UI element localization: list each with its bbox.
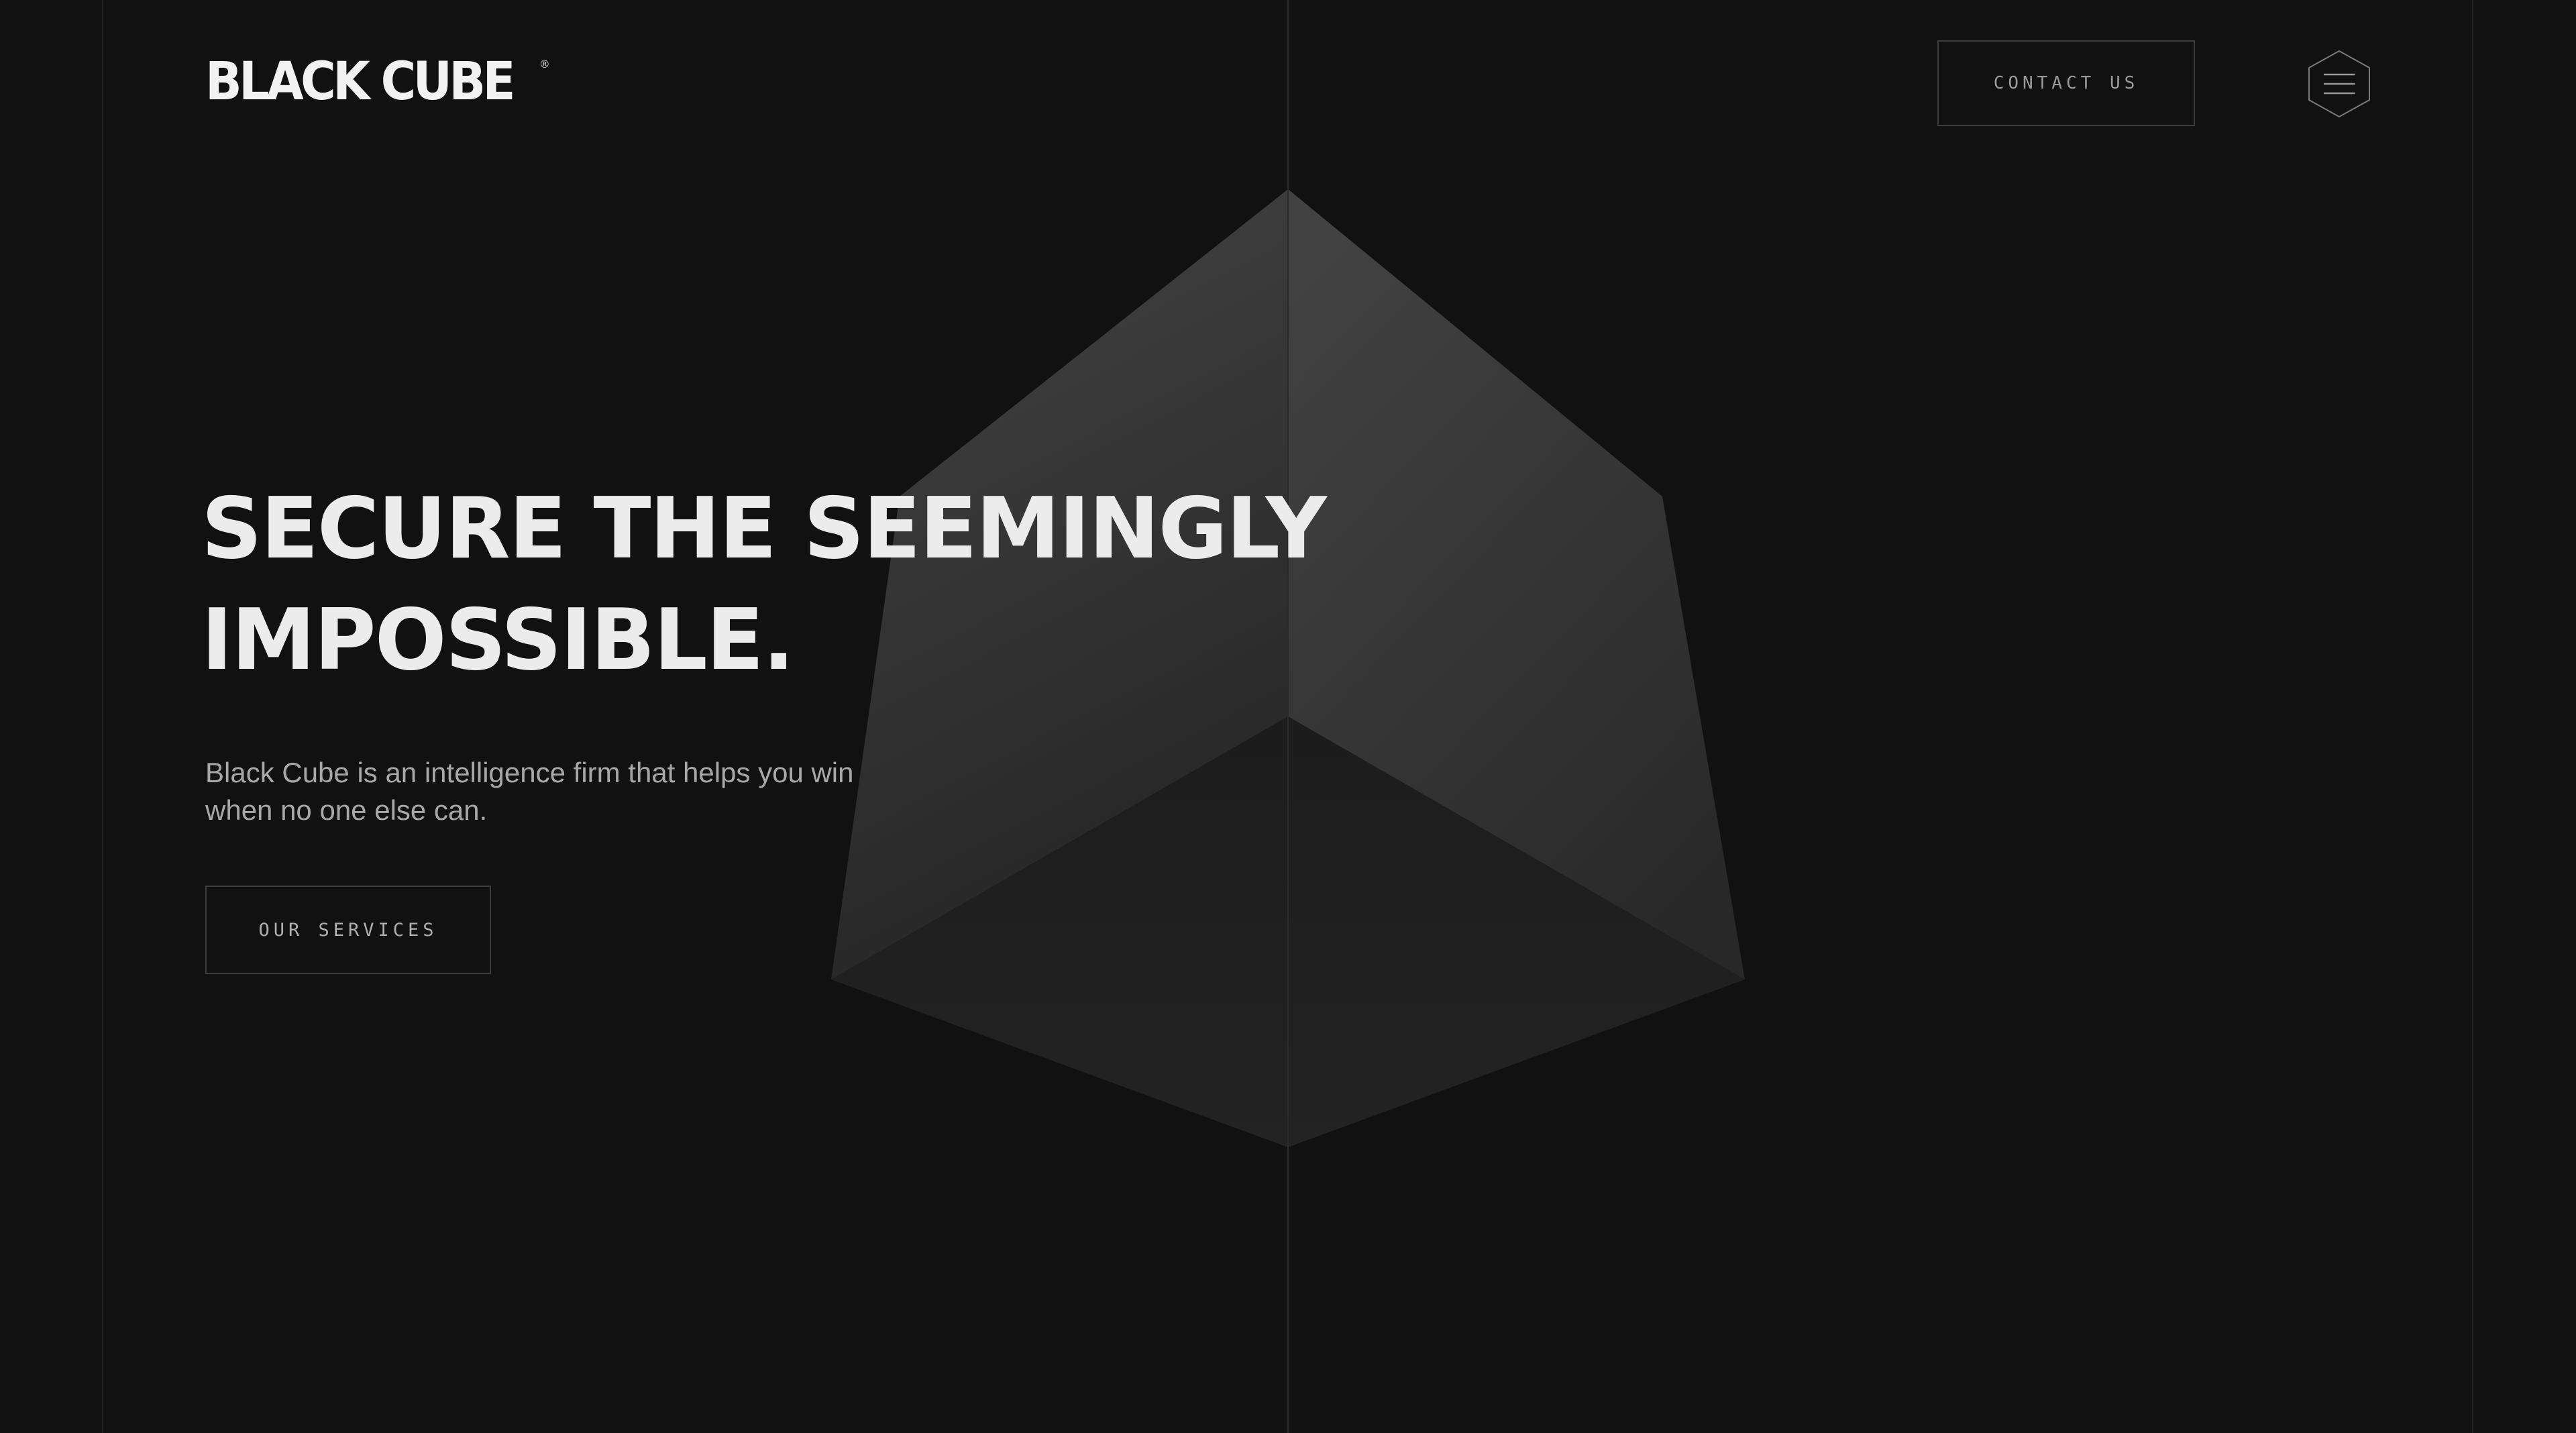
contact-us-button[interactable]: CONTACT US xyxy=(1937,40,2195,126)
logo-text: BLACK CUBE xyxy=(205,52,515,112)
grid-line-right xyxy=(2472,0,2473,1433)
headline-line-2: IMPOSSIBLE. xyxy=(201,590,795,689)
description-line-1: Black Cube is an intelligence firm that … xyxy=(205,757,854,788)
menu-button[interactable] xyxy=(2308,50,2371,118)
hero-description: Black Cube is an intelligence firm that … xyxy=(205,754,930,829)
our-services-button[interactable]: OUR SERVICES xyxy=(205,886,491,974)
headline-line-1: SECURE THE SEEMINGLY xyxy=(201,479,1327,578)
grid-line-center xyxy=(1287,0,1289,1433)
hamburger-hexagon-icon xyxy=(2308,50,2370,118)
brand-logo[interactable]: BLACK CUBE ® xyxy=(205,52,550,112)
registered-mark: ® xyxy=(539,58,550,70)
hero-headline: SECURE THE SEEMINGLY IMPOSSIBLE. xyxy=(201,473,1409,696)
page: BLACK CUBE ® CONTACT US SECURE THE SEEMI… xyxy=(0,0,2576,1433)
description-line-2: when no one else can. xyxy=(205,794,488,826)
